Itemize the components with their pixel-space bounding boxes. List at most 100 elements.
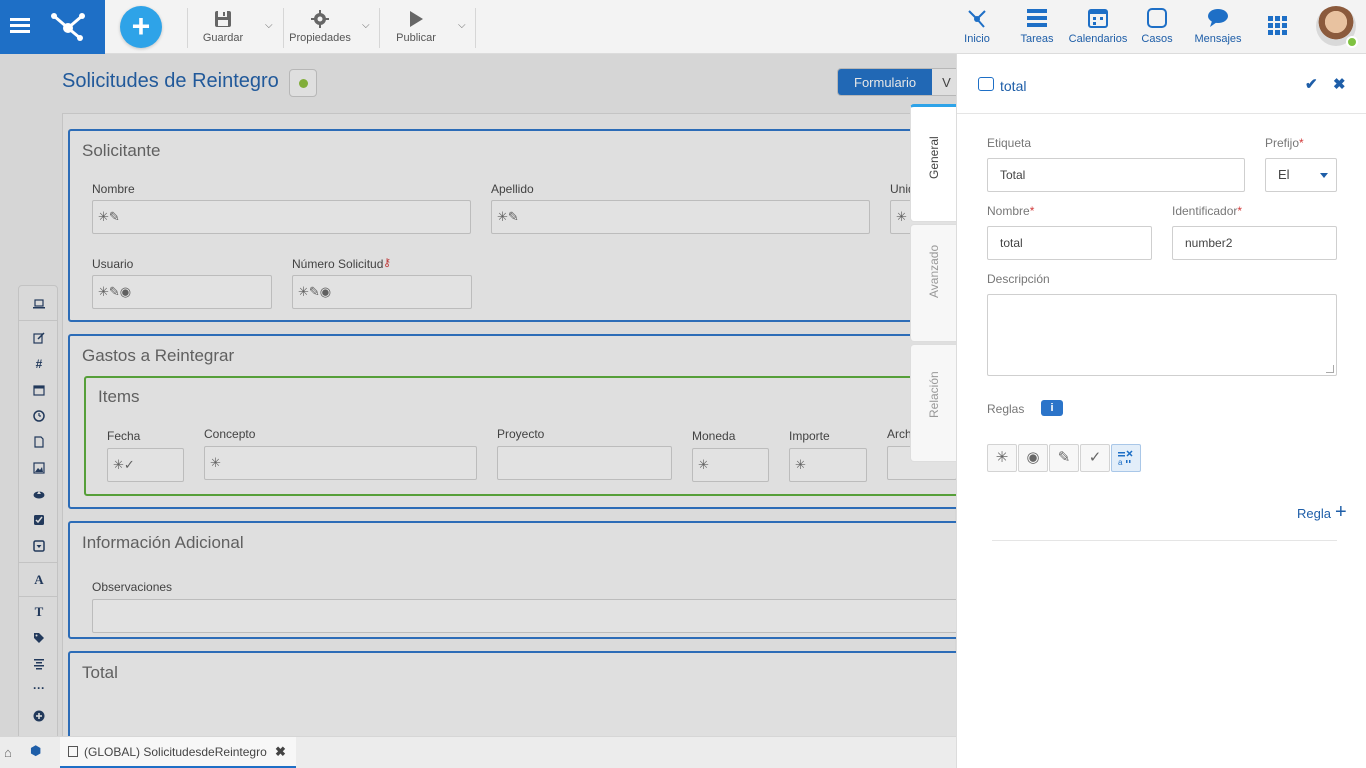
- field-label: Número Solicitud: [292, 257, 384, 271]
- image-icon[interactable]: [33, 462, 45, 474]
- section-title: Total: [82, 663, 118, 682]
- items-grid[interactable]: Items Fecha ✳✓ Concepto ✳ Proyecto Moned…: [84, 376, 964, 496]
- rule-editable-pencil-icon[interactable]: ✎: [1049, 444, 1079, 472]
- nav-calendars[interactable]: Calendarios: [1068, 6, 1128, 45]
- status-dot-icon: [299, 79, 308, 88]
- column-proyecto[interactable]: [497, 446, 672, 480]
- nav-cases[interactable]: Casos: [1140, 6, 1174, 45]
- text-icon[interactable]: T: [33, 605, 45, 618]
- descripcion-textarea[interactable]: [987, 294, 1337, 376]
- nav-tasks[interactable]: Tareas: [1018, 6, 1056, 45]
- field-numero-solicitud[interactable]: ✳✎◉: [292, 275, 472, 309]
- rule-required-button[interactable]: ✳: [987, 444, 1017, 472]
- properties-dropdown-chevron-icon[interactable]: ⌵: [362, 20, 370, 31]
- bottom-bar: ⌂ ⬢ (GLOBAL) SolicitudesdeReintegro ✖: [0, 736, 956, 768]
- nav-home[interactable]: Inicio: [960, 6, 994, 45]
- prefijo-select[interactable]: El: [1265, 158, 1337, 192]
- identificador-input[interactable]: number2: [1172, 226, 1337, 260]
- font-a-icon[interactable]: A: [33, 573, 45, 586]
- identificador-label: Identificador*: [1172, 204, 1243, 218]
- etiqueta-input[interactable]: Total: [987, 158, 1245, 192]
- close-icon[interactable]: ✖: [1333, 75, 1346, 93]
- cloud-upload-icon[interactable]: [33, 488, 45, 500]
- section-title: Solicitante: [82, 141, 161, 160]
- edit-icon[interactable]: [33, 332, 45, 344]
- svg-text:a: a: [1118, 458, 1123, 466]
- section-gastos[interactable]: Gastos a Reintegrar Items Fecha ✳✓ Conce…: [68, 334, 968, 509]
- nombre-input[interactable]: total: [987, 226, 1152, 260]
- status-indicator-button[interactable]: [289, 69, 317, 97]
- calendar-icon[interactable]: [33, 384, 45, 396]
- nav-calendars-label: Calendarios: [1068, 33, 1128, 45]
- nav-messages[interactable]: Mensajes: [1192, 6, 1244, 45]
- rule-visible-eye-icon[interactable]: ◉: [1018, 444, 1048, 472]
- column-header: Importe: [789, 429, 830, 443]
- field-apellido[interactable]: ✳✎: [491, 200, 870, 234]
- align-center-icon[interactable]: [33, 658, 45, 670]
- view-toggle: Formulario V: [837, 68, 962, 96]
- tags-icon[interactable]: [33, 632, 45, 644]
- checkbox-icon[interactable]: [33, 514, 45, 526]
- add-rule-button[interactable]: Regla: [1297, 506, 1331, 521]
- document-tab[interactable]: (GLOBAL) SolicitudesdeReintegro ✖: [60, 737, 296, 768]
- field-label: Apellido: [491, 182, 534, 196]
- field-label: Observaciones: [92, 580, 173, 594]
- properties-button[interactable]: Propiedades: [285, 8, 355, 44]
- brand-area: [0, 0, 105, 54]
- field-usuario[interactable]: ✳✎◉: [92, 275, 272, 309]
- tab-general[interactable]: General: [910, 104, 956, 222]
- save-dropdown-chevron-icon[interactable]: ⌵: [265, 20, 273, 31]
- hash-icon[interactable]: #: [33, 358, 45, 370]
- tab-relacion-label: Relación: [927, 371, 941, 418]
- confirm-check-icon[interactable]: ✔: [1305, 75, 1318, 93]
- tab-close-icon[interactable]: ✖: [275, 744, 286, 760]
- properties-label: Propiedades: [289, 32, 351, 44]
- file-icon[interactable]: [33, 436, 45, 448]
- tab-avanzado[interactable]: Avanzado: [910, 224, 956, 342]
- descripcion-label: Descripción: [987, 272, 1050, 286]
- document-tab-label: (GLOBAL) SolicitudesdeReintegro: [84, 745, 267, 759]
- column-importe[interactable]: ✳: [789, 448, 867, 482]
- tab-formulario[interactable]: Formulario: [838, 69, 933, 95]
- section-solicitante[interactable]: Solicitante Nombre ✳✎ Apellido ✳✎ Unid ✳…: [68, 129, 970, 322]
- plus-icon[interactable]: +: [1335, 501, 1347, 524]
- dropdown-icon[interactable]: [33, 540, 45, 552]
- info-icon[interactable]: i: [1041, 400, 1063, 416]
- column-header: Proyecto: [497, 427, 545, 441]
- nav-home-label: Inicio: [964, 33, 990, 45]
- tab-relacion[interactable]: Relación: [910, 344, 956, 462]
- clock-icon[interactable]: [33, 410, 45, 422]
- add-button[interactable]: +: [120, 6, 162, 48]
- app-logo-icon[interactable]: [48, 8, 88, 44]
- apps-grid-icon[interactable]: [1268, 16, 1288, 36]
- column-concepto[interactable]: ✳: [204, 446, 477, 480]
- rule-validation-check-icon[interactable]: ✓: [1080, 444, 1110, 472]
- field-observaciones[interactable]: [92, 599, 970, 633]
- hamburger-menu-icon[interactable]: [8, 15, 32, 39]
- properties-panel: total ✔ ✖ Etiqueta Total Prefijo* El Nom…: [956, 54, 1366, 768]
- prefijo-label: Prefijo*: [1265, 136, 1304, 150]
- play-icon: [410, 11, 423, 27]
- column-fecha[interactable]: ✳✓: [107, 448, 184, 482]
- section-title: Gastos a Reintegrar: [82, 346, 235, 365]
- home-icon[interactable]: ⌂: [4, 745, 12, 760]
- nav-messages-label: Mensajes: [1194, 33, 1242, 45]
- rule-calculation-formula-icon[interactable]: a: [1111, 444, 1141, 472]
- publish-button[interactable]: Publicar: [381, 8, 451, 44]
- plus-circle-icon[interactable]: [33, 710, 45, 722]
- publish-dropdown-chevron-icon[interactable]: ⌵: [458, 20, 466, 31]
- column-moneda[interactable]: ✳: [692, 448, 769, 482]
- field-nombre[interactable]: ✳✎: [92, 200, 471, 234]
- more-icon[interactable]: ···: [33, 682, 45, 694]
- section-informacion-adicional[interactable]: Información Adicional Observaciones: [68, 521, 970, 639]
- save-button[interactable]: Guardar: [188, 8, 258, 44]
- calendar-icon: [1088, 9, 1108, 28]
- laptop-icon[interactable]: [33, 298, 45, 310]
- key-icon: ⚷: [383, 257, 392, 269]
- divider: [992, 540, 1337, 541]
- panel-header: total ✔ ✖: [957, 54, 1366, 114]
- resize-handle-icon[interactable]: [1326, 365, 1334, 373]
- form-canvas: Solicitante Nombre ✳✎ Apellido ✳✎ Unid ✳…: [62, 113, 970, 768]
- cube-icon[interactable]: ⬢: [30, 743, 41, 759]
- chat-bubble-icon: [1208, 9, 1228, 27]
